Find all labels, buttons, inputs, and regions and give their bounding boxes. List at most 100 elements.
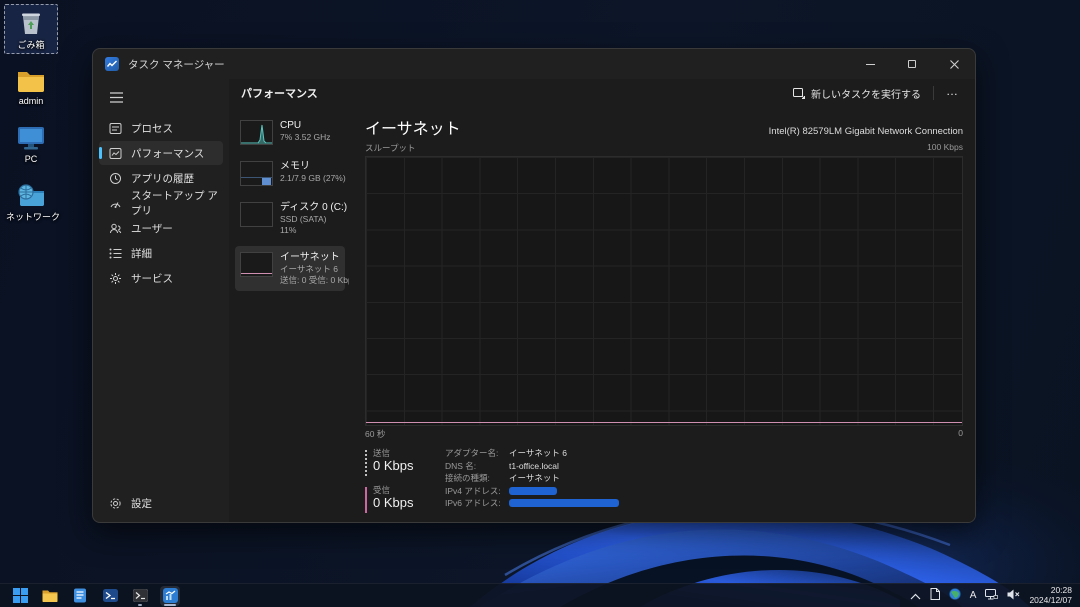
sidebar-item-details[interactable]: 詳細 [99, 241, 223, 265]
details-icon [109, 247, 122, 260]
header-separator [933, 86, 934, 100]
task-manager-logo-icon [105, 57, 119, 71]
menu-toggle-button[interactable] [101, 85, 131, 109]
desktop-icon-admin-folder[interactable]: admin [4, 64, 58, 110]
card-stat: 送信: 0 受信: 0 Kbps [280, 275, 341, 286]
close-icon [950, 60, 959, 69]
sidebar-item-settings[interactable]: 設定 [99, 491, 223, 515]
clock-date: 2024/12/07 [1029, 596, 1072, 606]
maximize-button[interactable] [891, 49, 933, 79]
hamburger-icon [110, 92, 123, 103]
app-history-icon [109, 172, 122, 185]
scale-max-label: 100 Kbps [927, 142, 963, 154]
receive-label: 受信 [373, 485, 413, 495]
perf-card-memory[interactable]: メモリ 2.1/7.9 GB (27%) [235, 155, 345, 191]
powershell-icon [103, 589, 118, 602]
file-explorer-button[interactable] [40, 586, 60, 606]
desktop-icon-list: ごみ箱 admin PC ネットワーク [4, 4, 62, 236]
ipv4-redaction-bar [509, 487, 557, 495]
more-options-button[interactable]: … [938, 82, 967, 104]
run-task-icon [793, 87, 805, 99]
taskbar-clock[interactable]: 20:28 2024/12/07 [1029, 586, 1072, 605]
tray-globe-button[interactable] [949, 587, 961, 605]
sidebar-item-label: 詳細 [131, 246, 152, 261]
sidebar-item-users[interactable]: ユーザー [99, 216, 223, 240]
sidebar-item-services[interactable]: サービス [99, 266, 223, 290]
desktop-icon-pc[interactable]: PC [4, 120, 58, 168]
sidebar-item-label: サービス [131, 271, 173, 286]
desktop-icon-label: ごみ箱 [6, 40, 56, 51]
sidebar-item-label: プロセス [131, 121, 173, 136]
receive-legend: 受信 0 Kbps [365, 485, 431, 513]
performance-icon [109, 147, 122, 160]
receive-value: 0 Kbps [373, 495, 413, 511]
card-title: CPU [280, 119, 331, 132]
card-stat: 2.1/7.9 GB (27%) [280, 173, 341, 184]
desktop-icon-label: ネットワーク [6, 212, 56, 223]
tray-volume-button[interactable] [1007, 587, 1020, 605]
task-manager-icon [163, 588, 178, 603]
send-swatch-icon [365, 450, 367, 476]
card-stat: SSD (SATA) [280, 214, 341, 225]
titlebar[interactable]: タスク マネージャー [93, 49, 975, 79]
processes-icon [109, 122, 122, 135]
notepad-icon [73, 588, 87, 603]
document-icon [930, 588, 940, 600]
desktop-icon-label: PC [6, 154, 56, 165]
card-stat: イーサネット 6 [280, 264, 341, 275]
run-new-task-button[interactable]: 新しいタスクを実行する [785, 82, 929, 105]
detail-row: アダプター名: イーサネット 6 [445, 448, 619, 458]
ethernet-network-icon [985, 589, 998, 600]
card-title: メモリ [280, 160, 341, 173]
notepad-button[interactable] [70, 586, 90, 606]
ime-mode-indicator[interactable]: A [970, 590, 977, 601]
powershell-button[interactable] [100, 586, 120, 606]
tray-overflow-button[interactable] [910, 587, 921, 605]
ethernet-mini-graph [240, 252, 273, 277]
perf-card-ethernet[interactable]: イーサネット イーサネット 6 送信: 0 受信: 0 Kbps [235, 246, 345, 291]
connection-details: アダプター名: イーサネット 6 DNS 名: t1-office.local … [445, 448, 619, 522]
active-indicator [164, 604, 176, 606]
command-prompt-button[interactable] [130, 586, 150, 606]
detail-row: DNS 名: t1-office.local [445, 461, 619, 471]
content-panel: パフォーマンス 新しいタスクを実行する … [229, 79, 975, 522]
detail-row: IPv4 アドレス: [445, 486, 619, 496]
running-indicator [138, 604, 142, 606]
perf-card-cpu[interactable]: CPU 7% 3.52 GHz [235, 114, 345, 150]
taskbar: A 20:28 2024/12/07 [0, 583, 1080, 607]
sidebar: プロセス パフォーマンス アプリの履歴 [93, 79, 229, 522]
chevron-up-icon [910, 593, 921, 600]
card-stat: 7% 3.52 GHz [280, 132, 331, 143]
memory-mini-graph [240, 161, 273, 186]
cpu-mini-graph [240, 120, 273, 145]
sidebar-item-processes[interactable]: プロセス [99, 116, 223, 140]
disk-mini-graph [240, 202, 273, 227]
speaker-muted-icon [1007, 589, 1020, 600]
start-button[interactable] [10, 586, 30, 606]
desktop-icon-network[interactable]: ネットワーク [4, 178, 58, 226]
pc-monitor-icon [16, 124, 46, 152]
windows-logo-icon [13, 588, 28, 603]
minimize-button[interactable] [849, 49, 891, 79]
sidebar-item-label: スタートアップ アプリ [131, 188, 223, 218]
gear-icon [109, 497, 122, 510]
sidebar-item-label: 設定 [131, 496, 152, 511]
adapter-name: Intel(R) 82579LM Gigabit Network Connect… [769, 126, 963, 139]
desktop-icon-recycle-bin[interactable]: ごみ箱 [4, 4, 58, 54]
sidebar-item-app-history[interactable]: アプリの履歴 [99, 166, 223, 190]
sidebar-item-startup-apps[interactable]: スタートアップ アプリ [99, 191, 223, 215]
close-button[interactable] [933, 49, 975, 79]
task-manager-taskbar-button[interactable] [160, 586, 180, 606]
ipv6-redaction-bar [509, 499, 619, 507]
folder-icon [16, 68, 46, 94]
throughput-line [366, 422, 962, 423]
sidebar-item-label: パフォーマンス [131, 146, 204, 161]
tray-document-button[interactable] [930, 587, 940, 605]
tray-network-button[interactable] [985, 587, 998, 605]
perf-card-disk[interactable]: ディスク 0 (C:) SSD (SATA) 11% [235, 196, 345, 241]
sidebar-item-performance[interactable]: パフォーマンス [99, 141, 223, 165]
services-icon [109, 272, 122, 285]
ethernet-detail-panel: イーサネット Intel(R) 82579LM Gigabit Network … [349, 107, 975, 522]
performance-card-list: CPU 7% 3.52 GHz メモリ 2.1/7.9 GB (27%) [229, 107, 349, 522]
command-prompt-icon [133, 589, 148, 602]
